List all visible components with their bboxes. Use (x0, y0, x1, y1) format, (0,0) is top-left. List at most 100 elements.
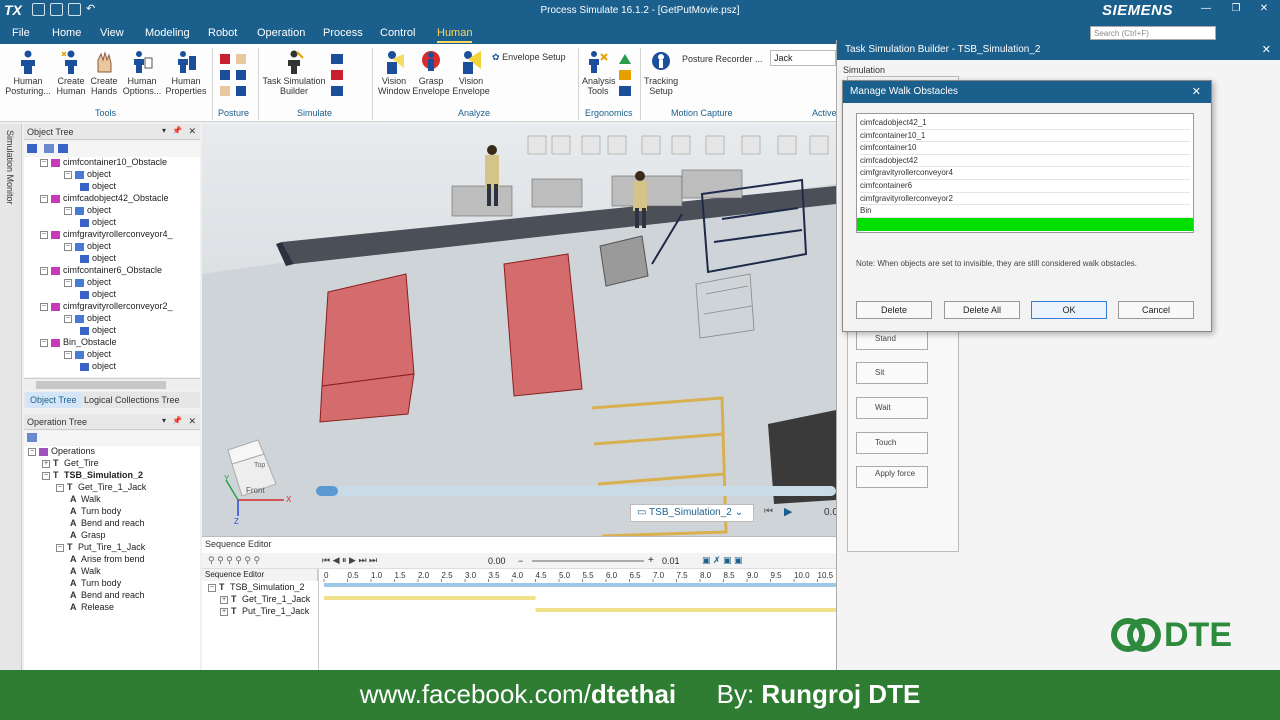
obstacle-list-item[interactable]: cimfgravityrollerconveyor4 (860, 167, 1190, 180)
object-tree-node[interactable]: object (80, 325, 116, 335)
human-posturing-button[interactable]: Human Posturing... (4, 50, 52, 96)
expand-icon[interactable]: − (64, 242, 72, 251)
object-tree-node[interactable]: − object (64, 241, 111, 251)
analysis-tools-button[interactable]: Analysis Tools (582, 50, 616, 96)
search-input[interactable]: Search (Ctrl+F) (1090, 26, 1216, 40)
object-tree-node[interactable]: object (80, 253, 116, 263)
operation-tree-node[interactable]: + T Get_Tire (42, 458, 99, 468)
simulate-small-icons[interactable] (330, 52, 344, 104)
posture-recorder-button[interactable]: Posture Recorder ... (682, 54, 766, 64)
operation-tree-menu-icon[interactable]: ▾ (162, 416, 166, 425)
jack-select[interactable]: Jack (770, 50, 836, 66)
tree-view-icon[interactable] (58, 144, 68, 153)
object-tree-node[interactable]: object (80, 289, 116, 299)
expand-icon[interactable]: + (220, 607, 228, 616)
dialog-close-icon[interactable]: ✕ (1192, 85, 1201, 98)
delete-all-button[interactable]: Delete All (944, 301, 1020, 319)
sequence-options-icon[interactable]: ▣ ✗ ▣ ▣ (702, 555, 743, 566)
expand-icon[interactable]: − (40, 158, 48, 167)
object-tree-node[interactable]: − object (64, 277, 111, 287)
operation-tree-node[interactable]: − Operations (28, 446, 95, 456)
tab-object-tree[interactable]: Object Tree (26, 392, 81, 408)
object-tree-menu-icon[interactable]: ▾ (162, 126, 166, 135)
obstacle-list-item[interactable]: cimfgravityrollerconveyor2 (860, 193, 1190, 206)
simulation-monitor-tab[interactable]: Simulation Monitor (5, 130, 15, 205)
expand-icon[interactable]: − (64, 350, 72, 359)
obstacle-list-item[interactable]: cimfcadobject42_1 (860, 117, 1190, 130)
object-tree-obstacle[interactable]: − cimfgravityrollerconveyor4_ (40, 229, 173, 239)
operation-tree-pin-icon[interactable]: 📌 (172, 416, 182, 425)
simulation-select[interactable]: ▭ TSB_Simulation_2 ⌄ (630, 504, 754, 522)
obstacle-list-item[interactable]: Bin (860, 205, 1190, 218)
expand-icon[interactable]: − (40, 302, 48, 311)
step-back-icon[interactable]: ⏮ (764, 506, 773, 517)
view-cube-front-label[interactable]: Front (246, 486, 265, 495)
sequence-row[interactable]: + T Put_Tire_1_Jack (220, 606, 309, 616)
operation-tree-node[interactable]: A Turn body (70, 506, 121, 516)
operation-tree-close-icon[interactable]: ✕ (188, 416, 196, 427)
object-tree-node[interactable]: − object (64, 313, 111, 323)
wait-button[interactable]: Wait (856, 397, 928, 419)
operation-tree-node[interactable]: − T Put_Tire_1_Jack (56, 542, 145, 552)
touch-button[interactable]: Touch (856, 432, 928, 454)
expand-icon[interactable]: − (56, 483, 64, 492)
object-tree-node[interactable]: − object (64, 205, 111, 215)
menu-file[interactable]: File (12, 27, 30, 39)
expand-icon[interactable]: − (64, 314, 72, 323)
obstacle-list-new-row[interactable] (857, 217, 1193, 231)
operation-tree-node[interactable]: A Bend and reach (70, 590, 145, 600)
expand-icon[interactable]: − (40, 194, 48, 203)
timeline-bar-total[interactable] (324, 583, 912, 587)
operation-tree-node[interactable]: A Release (70, 602, 114, 612)
expand-icon[interactable]: + (220, 595, 228, 604)
object-tree-obstacle[interactable]: − cimfcadobject42_Obstacle (40, 193, 169, 203)
operation-tree-node[interactable]: A Grasp (70, 530, 106, 540)
minimize-icon[interactable]: — (1198, 3, 1214, 17)
menu-view[interactable]: View (100, 27, 124, 39)
apply-force-button[interactable]: Apply force (856, 466, 928, 488)
object-tree-obstacle[interactable]: − cimfcontainer6_Obstacle (40, 265, 162, 275)
human-options-button[interactable]: Human Options... (122, 50, 162, 96)
obstacle-list-item[interactable]: cimfcadobject42 (860, 155, 1190, 168)
obstacle-list-item[interactable]: cimfcontainer10 (860, 142, 1190, 155)
zoom-tools-icon[interactable]: ⚲ ⚲ ⚲ ⚲ ⚲ ⚲ (208, 555, 260, 566)
step-value[interactable]: 0.01 (662, 556, 680, 566)
time-plus-icon[interactable]: + (648, 555, 654, 566)
object-tree-node[interactable]: − object (64, 169, 111, 179)
expand-icon[interactable]: + (42, 459, 50, 468)
tab-logical-collections-tree[interactable]: Logical Collections Tree (84, 395, 180, 405)
obstacle-list-item[interactable]: cimfcontainer6 (860, 180, 1190, 193)
delete-button[interactable]: Delete (856, 301, 932, 319)
posture-icon-grid[interactable] (218, 52, 252, 104)
menu-operation[interactable]: Operation (257, 27, 305, 39)
menu-home[interactable]: Home (52, 27, 81, 39)
expand-icon[interactable]: − (40, 266, 48, 275)
object-tree-obstacle[interactable]: − cimfcontainer10_Obstacle (40, 157, 167, 167)
graphic-viewer[interactable]: Top Front X Y Z ▭ TSB_Simulation_2 ⌄ ⏮ ▶… (202, 124, 836, 536)
object-tree-node[interactable]: object (80, 181, 116, 191)
playback-controls[interactable]: ⏮ ◀ ⏸ ▶ ⏭ ⏭ (322, 555, 377, 566)
play-icon[interactable]: ▶ (784, 505, 792, 518)
operation-tree-node[interactable]: A Turn body (70, 578, 121, 588)
menu-human[interactable]: Human (437, 27, 473, 43)
object-tree-node[interactable]: object (80, 361, 116, 371)
object-tree-obstacle[interactable]: − cimfgravityrollerconveyor2_ (40, 301, 173, 311)
tracking-setup-button[interactable]: Tracking Setup (644, 50, 678, 96)
menu-modeling[interactable]: Modeling (145, 27, 190, 39)
tree-options-icon[interactable] (44, 144, 54, 153)
operation-tree-node[interactable]: − T TSB_Simulation_2 (42, 470, 143, 480)
object-tree-node[interactable]: − object (64, 349, 111, 359)
ergonomics-small-icons[interactable] (618, 52, 632, 104)
expand-icon[interactable]: − (56, 543, 64, 552)
create-hands-button[interactable]: Create Hands (88, 50, 120, 96)
object-tree-scrollbar[interactable] (24, 378, 200, 390)
sequence-row[interactable]: − T TSB_Simulation_2 (208, 582, 305, 592)
expand-icon[interactable]: − (28, 447, 36, 456)
sequence-row[interactable]: + T Get_Tire_1_Jack (220, 594, 310, 604)
vision-window-button[interactable]: Vision Window (376, 50, 412, 96)
operation-tree-node[interactable]: A Bend and reach (70, 518, 145, 528)
restore-icon[interactable]: ❐ (1228, 3, 1244, 17)
obstacle-list[interactable]: cimfcadobject42_1 cimfcontainer10_1 cimfco… (856, 113, 1194, 233)
cancel-button[interactable]: Cancel (1118, 301, 1194, 319)
tree-filter-icon[interactable] (27, 144, 37, 153)
